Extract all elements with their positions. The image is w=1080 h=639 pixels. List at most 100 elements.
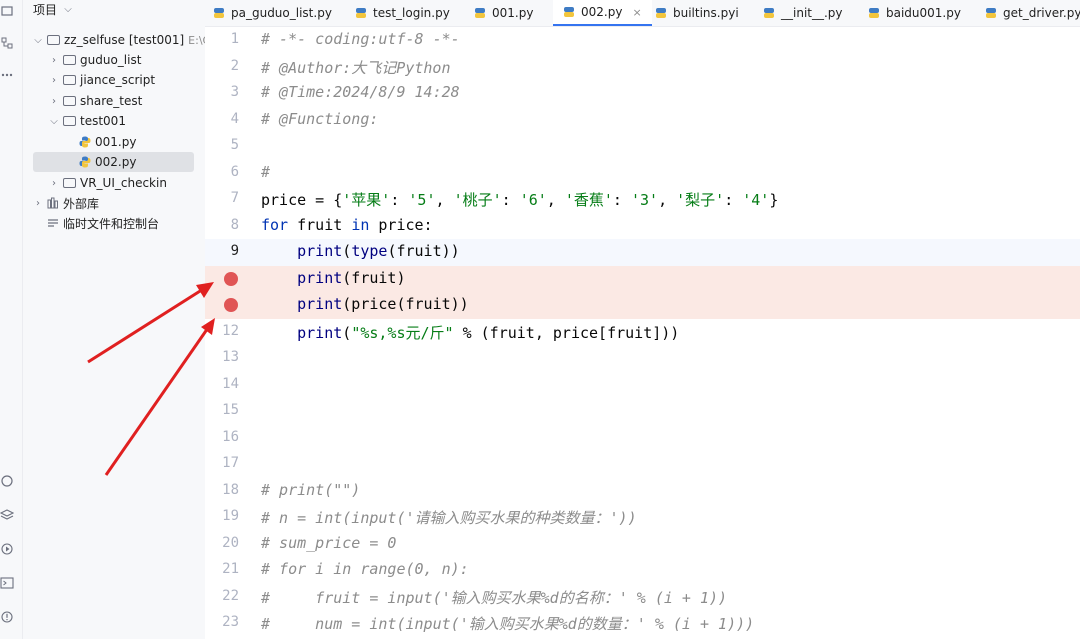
code-line[interactable]: 14: [205, 372, 1080, 399]
code-text: # @Author:大飞记Python: [261, 57, 451, 78]
layers-icon[interactable]: [0, 508, 14, 522]
code-line[interactable]: 23 # num = int(input('输入购买水果%d的数量：' % (i …: [205, 610, 1080, 637]
tree-item-guduo-list[interactable]: › guduo_list: [49, 50, 141, 70]
chevron-right-icon[interactable]: ›: [49, 75, 59, 86]
code-line[interactable]: 18 # print(""): [205, 478, 1080, 505]
line-number[interactable]: 1: [205, 31, 239, 47]
chevron-right-icon[interactable]: ›: [49, 178, 59, 189]
code-line[interactable]: 17: [205, 451, 1080, 478]
line-number[interactable]: 18: [205, 482, 239, 498]
line-number[interactable]: 17: [205, 455, 239, 471]
code-editor[interactable]: 1 # -*- coding:utf-8 -*- 2 # @Author:大飞记Pyt…: [205, 27, 1080, 639]
line-number[interactable]: 15: [205, 402, 239, 418]
line-number[interactable]: 13: [205, 349, 239, 365]
tree-item-test001[interactable]: ⌵ test001: [49, 111, 126, 131]
code-text: # num = int(input('输入购买水果%d的数量：' % (i + …: [261, 613, 754, 634]
chevron-right-icon[interactable]: ›: [49, 96, 59, 107]
tree-item-001-py[interactable]: 001.py: [79, 132, 136, 152]
line-number[interactable]: 20: [205, 535, 239, 551]
tree-item-share-test[interactable]: › share_test: [49, 91, 142, 111]
line-number[interactable]: 23: [205, 614, 239, 630]
code-line[interactable]: 16: [205, 425, 1080, 452]
line-number[interactable]: 14: [205, 376, 239, 392]
project-panel-header[interactable]: 项目 ⌵: [33, 0, 73, 18]
code-comment: # sum_price = 0: [261, 533, 397, 552]
structure-tool-icon[interactable]: [0, 36, 14, 50]
line-number[interactable]: 9: [205, 243, 239, 259]
code-line[interactable]: 21 # for i in range(0, n):: [205, 557, 1080, 584]
problems-icon[interactable]: [0, 610, 14, 624]
terminal-icon[interactable]: [0, 576, 14, 590]
project-panel: 项目 ⌵ ⌵ zz_selfuse [test001] E:\C › guduo…: [23, 0, 206, 639]
code-line[interactable]: 9 print(type(fruit)): [205, 239, 1080, 266]
python-file-icon: [986, 8, 996, 18]
line-number[interactable]: 19: [205, 508, 239, 524]
tree-item-vr-ui-checkin[interactable]: › VR_UI_checkin: [49, 173, 167, 193]
tree-item-label: zz_selfuse [test001]: [64, 33, 185, 47]
python-console-icon[interactable]: [0, 474, 14, 488]
tree-item-scratches[interactable]: 临时文件和控制台: [47, 213, 159, 233]
tab-init-py[interactable]: __init__.py: [763, 0, 843, 26]
line-number[interactable]: 8: [205, 217, 239, 233]
code-line[interactable]: print(price(fruit)): [205, 292, 1080, 319]
folder-tool-icon[interactable]: [0, 4, 14, 18]
tree-item-label: VR_UI_checkin: [80, 176, 167, 190]
tab-002-py[interactable]: 002.py ×: [553, 0, 652, 26]
tree-item-jiance-script[interactable]: › jiance_script: [49, 70, 155, 90]
chevron-right-icon[interactable]: ›: [49, 55, 59, 66]
line-number[interactable]: 4: [205, 111, 239, 127]
line-number[interactable]: 16: [205, 429, 239, 445]
chevron-down-icon[interactable]: ⌵: [33, 35, 43, 46]
code-line[interactable]: 3 # @Time:2024/8/9 14:28: [205, 80, 1080, 107]
code-line[interactable]: 19 # n = int(input('请输入购买水果的种类数量：')): [205, 504, 1080, 531]
line-number[interactable]: 3: [205, 84, 239, 100]
tab-test-login[interactable]: test_login.py: [355, 0, 450, 26]
line-number[interactable]: 6: [205, 164, 239, 180]
run-services-icon[interactable]: [0, 542, 14, 556]
tab-label: 002.py: [581, 5, 623, 19]
tree-item-external-libraries[interactable]: › 外部库: [33, 193, 99, 213]
code-line[interactable]: 1 # -*- coding:utf-8 -*-: [205, 27, 1080, 54]
tab-builtins-pyi[interactable]: builtins.pyi: [655, 0, 739, 26]
line-number[interactable]: 12: [205, 323, 239, 339]
line-number[interactable]: 2: [205, 58, 239, 74]
chevron-right-icon[interactable]: ›: [33, 198, 43, 209]
code-line[interactable]: 13: [205, 345, 1080, 372]
close-icon[interactable]: ×: [632, 6, 641, 19]
tree-item-002-py[interactable]: 002.py: [33, 152, 194, 172]
code-line[interactable]: 12 print("%s,%s元/斤" % (fruit, price[frui…: [205, 319, 1080, 346]
code-text: print("%s,%s元/斤" % (fruit, price[fruit])…: [297, 323, 680, 342]
project-path-hint: E:\C: [188, 33, 205, 47]
chevron-down-icon[interactable]: ⌵: [49, 116, 59, 127]
code-line[interactable]: 7 price = {'苹果': '5', '桃子': '6', '香蕉': '3…: [205, 186, 1080, 213]
python-file-icon: [564, 7, 574, 17]
tab-pa-guduo-list[interactable]: pa_guduo_list.py: [213, 0, 332, 26]
tab-baidu001-py[interactable]: baidu001.py: [868, 0, 961, 26]
tree-item-root[interactable]: ⌵ zz_selfuse [test001] E:\C: [33, 30, 205, 50]
tab-001-py[interactable]: 001.py: [474, 0, 533, 26]
code-line[interactable]: 5: [205, 133, 1080, 160]
python-file-icon: [79, 156, 91, 168]
more-tools-icon[interactable]: [0, 68, 14, 82]
code-text: # @Functiong:: [261, 110, 378, 128]
tab-get-driver-py[interactable]: get_driver.py: [985, 0, 1080, 26]
code-line[interactable]: 15: [205, 398, 1080, 425]
code-line[interactable]: 2 # @Author:大飞记Python: [205, 54, 1080, 81]
chevron-down-icon[interactable]: ⌵: [63, 4, 73, 15]
breakpoint-icon[interactable]: [224, 271, 238, 286]
code-comment: # @Time:2024/8/9 14:28: [261, 83, 460, 101]
line-number[interactable]: 5: [205, 137, 239, 153]
code-line[interactable]: 6 #: [205, 160, 1080, 187]
code-line[interactable]: 20 # sum_price = 0: [205, 531, 1080, 558]
line-number[interactable]: 7: [205, 190, 239, 206]
line-number[interactable]: 21: [205, 561, 239, 577]
code-line[interactable]: 8 for fruit in price:: [205, 213, 1080, 240]
scratches-icon: [48, 219, 58, 227]
breakpoint-icon[interactable]: [224, 298, 238, 312]
code-line[interactable]: print(fruit): [205, 265, 1080, 292]
python-file-icon: [869, 8, 879, 18]
line-number[interactable]: 22: [205, 588, 239, 604]
code-line[interactable]: 22 # fruit = input('输入购买水果%d的名称：' % (i + …: [205, 584, 1080, 611]
editor-tab-bar: pa_guduo_list.py test_login.py 001.py 00…: [205, 0, 1080, 27]
code-line[interactable]: 4 # @Functiong:: [205, 107, 1080, 134]
